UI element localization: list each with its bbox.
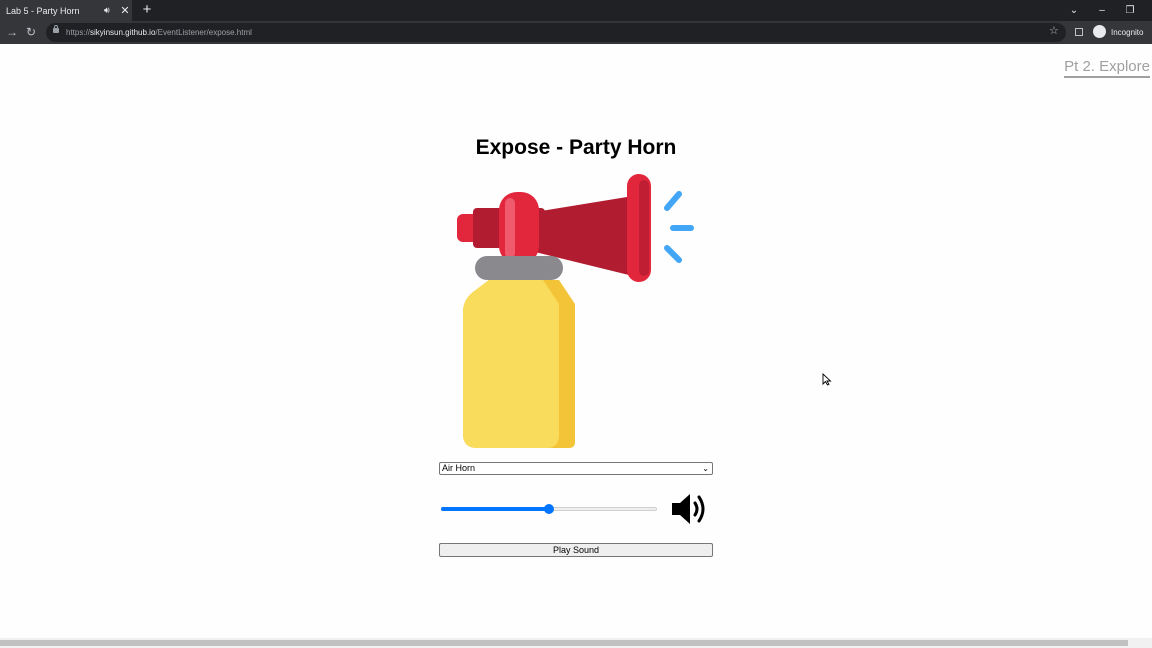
chevron-down-icon: ⌄ (702, 464, 709, 473)
air-horn-image (457, 174, 694, 448)
horizontal-scrollbar[interactable] (0, 638, 1152, 648)
tab-search-icon[interactable]: ⌄ (1061, 0, 1087, 21)
volume-slider[interactable] (441, 503, 657, 515)
tab-audio-icon[interactable]: 🔊︎ (104, 5, 118, 16)
address-bar: → ↻ https://sikyinsun.github.io/EventLis… (0, 21, 1152, 44)
new-tab-button[interactable]: + (140, 2, 154, 18)
side-panel-icon[interactable] (1075, 28, 1083, 36)
forward-icon[interactable]: → (4, 24, 20, 40)
sound-select-value: Air Horn (442, 463, 476, 473)
page-title: Expose - Party Horn (475, 136, 677, 159)
lock-icon (53, 25, 59, 33)
browser-tab-strip: Lab 5 - Party Horn 🔊︎ ✕ + ⌄ – ❐ (0, 0, 1152, 21)
scrollbar-thumb[interactable] (0, 640, 1128, 646)
play-sound-button[interactable]: Play Sound (439, 543, 713, 557)
reload-icon[interactable]: ↻ (23, 24, 39, 40)
tab-close-icon[interactable]: ✕ (118, 4, 132, 17)
page-content: Pt 2. Explore Expose - Party Horn Air Ho… (0, 44, 1152, 638)
explore-link[interactable]: Pt 2. Explore (1064, 57, 1150, 78)
url-field[interactable]: https://sikyinsun.github.io/EventListene… (46, 23, 1066, 42)
browser-tab[interactable]: Lab 5 - Party Horn 🔊︎ ✕ (0, 0, 132, 21)
incognito-icon[interactable] (1093, 25, 1106, 38)
volume-thumb[interactable] (544, 504, 554, 514)
restore-button[interactable]: ❐ (1117, 0, 1143, 21)
mouse-cursor-icon (822, 373, 832, 386)
url-text: https://sikyinsun.github.io/EventListene… (66, 28, 252, 37)
bookmark-star-icon[interactable]: ☆ (1049, 24, 1059, 37)
profile-label[interactable]: Incognito (1111, 21, 1143, 44)
sound-select[interactable]: Air Horn ⌄ (439, 462, 713, 475)
tab-title: Lab 5 - Party Horn (6, 5, 80, 16)
minimize-button[interactable]: – (1089, 0, 1115, 21)
volume-fill (441, 507, 549, 511)
volume-high-icon (672, 494, 705, 524)
